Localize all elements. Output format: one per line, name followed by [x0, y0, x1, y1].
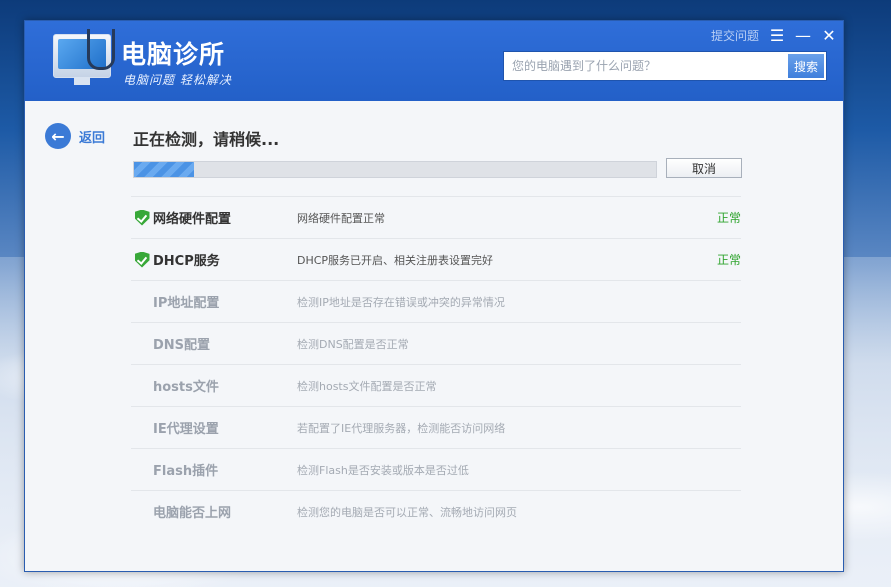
- check-item-name: 电脑能否上网: [153, 506, 232, 521]
- check-item-name: 网络硬件配置: [153, 212, 232, 227]
- app-window: 电脑诊所 电脑问题 轻松解决 提交问题 ☰ — ✕ 搜索 ← 返回 正在检测，请…: [24, 20, 844, 572]
- scan-status-title: 正在检测，请稍候...: [133, 130, 280, 149]
- window-controls: 提交问题 ☰ — ✕: [711, 27, 837, 44]
- check-item-description: 若配置了IE代理服务器，检测能否访问网络: [297, 421, 506, 435]
- minimize-icon[interactable]: —: [795, 27, 811, 44]
- check-items-list: 网络硬件配置 网络硬件配置正常 正常 DHCP服务 DHCP服务已开启、相关注册表设置完…: [131, 196, 741, 532]
- check-item-name: Flash插件: [153, 464, 219, 479]
- check-item-description: 检测DNS配置是否正常: [297, 337, 409, 351]
- check-item-status: 正常: [716, 211, 741, 225]
- check-item-row: IE代理设置 若配置了IE代理服务器，检测能否访问网络: [131, 406, 741, 448]
- check-item-row: 电脑能否上网 检测您的电脑是否可以正常、流畅地访问网页: [131, 490, 741, 532]
- check-item-row: DHCP服务 DHCP服务已开启、相关注册表设置完好 正常: [131, 238, 741, 280]
- check-item-description: 检测您的电脑是否可以正常、流畅地访问网页: [297, 505, 517, 519]
- title-bar: 电脑诊所 电脑问题 轻松解决 提交问题 ☰ — ✕ 搜索: [25, 21, 843, 101]
- close-icon[interactable]: ✕: [821, 27, 837, 44]
- shield-check-icon: [134, 251, 150, 268]
- shield-check-icon: [134, 209, 150, 226]
- check-item-row: IP地址配置 检测IP地址是否存在错误或冲突的异常情况: [131, 280, 741, 322]
- submit-feedback-link[interactable]: 提交问题: [711, 27, 759, 44]
- scan-progress-bar: [133, 161, 657, 178]
- progress-fill: [134, 162, 195, 177]
- check-item-description: DHCP服务已开启、相关注册表设置完好: [297, 253, 494, 267]
- check-item-name: DHCP服务: [153, 254, 220, 269]
- app-title: 电脑诊所: [121, 40, 226, 69]
- stethoscope-icon: [87, 29, 115, 70]
- search-box: 搜索: [503, 51, 827, 81]
- check-item-row: 网络硬件配置 网络硬件配置正常 正常: [131, 196, 741, 238]
- check-item-description: 检测hosts文件配置是否正常: [297, 379, 437, 393]
- check-item-name: IP地址配置: [153, 296, 220, 311]
- check-item-status: 正常: [716, 253, 741, 267]
- check-item-name: hosts文件: [153, 380, 219, 395]
- cancel-button[interactable]: 取消: [666, 158, 742, 178]
- check-item-row: DNS配置 检测DNS配置是否正常: [131, 322, 741, 364]
- check-item-description: 网络硬件配置正常: [297, 211, 385, 225]
- check-item-row: Flash插件 检测Flash是否安装或版本是否过低: [131, 448, 741, 490]
- search-button[interactable]: 搜索: [788, 54, 824, 78]
- back-button[interactable]: ← 返回: [45, 123, 105, 149]
- check-item-description: 检测Flash是否安装或版本是否过低: [297, 463, 469, 477]
- menu-icon[interactable]: ☰: [769, 27, 785, 44]
- check-item-name: DNS配置: [153, 338, 211, 353]
- check-item-row: hosts文件 检测hosts文件配置是否正常: [131, 364, 741, 406]
- back-label: 返回: [79, 130, 106, 146]
- check-item-name: IE代理设置: [153, 422, 219, 437]
- app-subtitle: 电脑问题 轻松解决: [123, 73, 232, 87]
- check-item-description: 检测IP地址是否存在错误或冲突的异常情况: [297, 295, 505, 309]
- search-input[interactable]: [504, 52, 786, 80]
- arrow-left-icon: ←: [45, 123, 71, 149]
